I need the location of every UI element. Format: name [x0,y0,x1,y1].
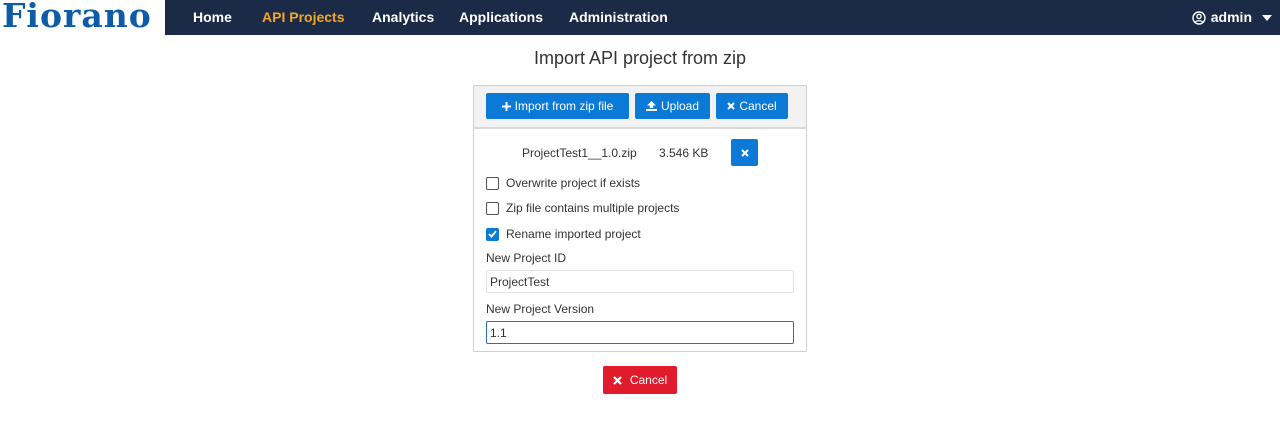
brand-logo[interactable]: Fiorano [0,0,165,35]
file-name: ProjectTest1__1.0.zip [522,146,637,160]
upload-button[interactable]: Upload [635,93,710,119]
multiple-projects-checkbox[interactable] [486,201,499,215]
check-icon [488,230,497,238]
rename-option[interactable]: Rename imported project [486,226,641,242]
overwrite-checkbox[interactable] [486,176,499,190]
project-id-input[interactable] [486,270,794,293]
user-circle-icon [1192,10,1206,25]
import-from-zip-button[interactable]: Import from zip file [486,93,629,119]
rename-checkbox[interactable] [486,227,499,241]
project-version-label: New Project Version [486,302,595,316]
overwrite-label: Overwrite project if exists [506,176,641,190]
cancel-button-label: Cancel [629,373,668,387]
rename-label: Rename imported project [506,227,641,241]
close-icon [727,102,736,110]
project-id-label: New Project ID [486,251,567,265]
close-icon [613,375,622,385]
nav-item-api-projects[interactable]: API Projects [262,0,344,35]
nav-item-applications[interactable]: Applications [459,0,543,35]
cancel-button[interactable]: Cancel [603,366,677,394]
page-title: Import API project from zip [533,48,747,68]
caret-down-icon [1262,14,1272,21]
top-navbar: Fiorano Home API Projects Analytics Appl… [0,0,1280,35]
logo-text: Fiorano [2,0,152,35]
file-size: 3.546 KB [659,146,709,160]
upload-icon [645,101,657,111]
project-version-input[interactable] [486,321,794,344]
plus-icon [501,101,511,111]
panel-toolbar: Import from zip file Upload Cancel [474,86,806,129]
multiple-projects-label: Zip file contains multiple projects [506,201,680,215]
user-menu[interactable]: admin [1192,0,1272,35]
multiple-projects-option[interactable]: Zip file contains multiple projects [486,200,679,216]
close-icon [740,148,749,157]
toolbar-cancel-button[interactable]: Cancel [716,93,788,119]
import-button-label: Import from zip file [514,99,614,113]
overwrite-option[interactable]: Overwrite project if exists [486,175,640,191]
nav-item-home[interactable]: Home [193,0,232,35]
remove-file-button[interactable] [731,139,758,166]
toolbar-cancel-label: Cancel [739,99,777,113]
import-panel: Import from zip file Upload Cancel Proje… [473,85,807,352]
upload-button-label: Upload [660,99,700,113]
nav-item-analytics[interactable]: Analytics [372,0,434,35]
nav-item-administration[interactable]: Administration [569,0,668,35]
user-menu-label: admin [1210,9,1252,25]
